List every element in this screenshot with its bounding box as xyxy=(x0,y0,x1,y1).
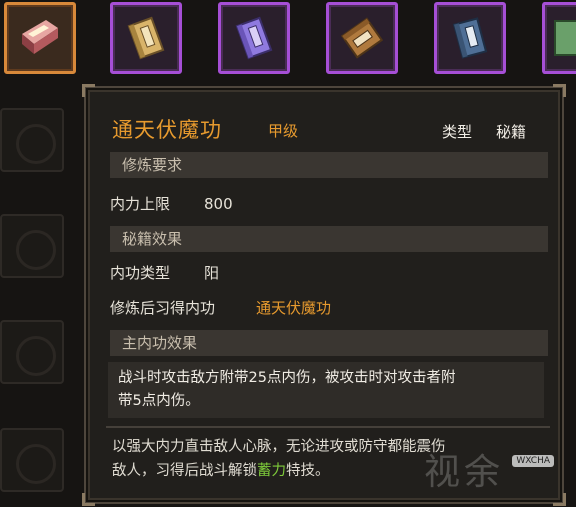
requirement-header-label: 修炼要求 xyxy=(122,156,183,174)
effect-header-label: 秘籍效果 xyxy=(122,230,183,248)
requirement-value: 800 xyxy=(204,195,233,213)
book-yellow-icon xyxy=(127,16,165,60)
item-grade: 甲级 xyxy=(268,122,299,140)
inventory-slot-1[interactable] xyxy=(4,2,76,74)
inner-type-label: 内功类型 xyxy=(110,264,171,282)
empty-slot-ring xyxy=(16,444,56,484)
main-effect-description: 战斗时攻击敌方附带25点内伤，被攻击时对攻击者附 带5点内伤。 xyxy=(108,362,544,418)
frame-corner xyxy=(82,493,95,506)
empty-slot-ring xyxy=(16,124,56,164)
item-title: 通天伏魔功 xyxy=(112,118,222,142)
empty-slot-2[interactable] xyxy=(0,214,64,278)
flavor-line-2: 敌人，习得后战斗解锁蓄力特技。 xyxy=(112,461,330,481)
item-tooltip: 通天伏魔功 甲级 类型 秘籍 修炼要求 内力上限 800 秘籍效果 内功类型 阳… xyxy=(82,84,566,506)
main-effect-line-1: 战斗时攻击敌方附带25点内伤，被攻击时对攻击者附 xyxy=(118,370,456,386)
book-green-icon xyxy=(553,20,576,56)
flavor-line-1: 以强大内力直击敌人心脉，无论进攻或防守都能震伤 xyxy=(112,439,446,455)
main-effect-header-label: 主内功效果 xyxy=(122,334,198,352)
learn-label: 修炼后习得内功 xyxy=(110,299,216,317)
inventory-slot-4[interactable] xyxy=(326,2,398,74)
effect-header: 秘籍效果 xyxy=(110,226,548,252)
section-divider xyxy=(106,426,550,428)
inventory-slot-5[interactable] xyxy=(434,2,506,74)
frame-corner xyxy=(553,493,566,506)
book-purple-icon xyxy=(235,16,273,60)
learn-value: 通天伏魔功 xyxy=(256,299,332,317)
empty-slot-1[interactable] xyxy=(0,108,64,172)
inventory-slot-6[interactable] xyxy=(542,2,576,74)
empty-slot-4[interactable] xyxy=(0,428,64,492)
flavor-line-2-text: 敌人，习得后战斗解锁 xyxy=(112,463,257,479)
inventory-slot-3[interactable] xyxy=(218,2,290,74)
inner-type-value: 阳 xyxy=(204,264,220,282)
book-brown-icon xyxy=(340,17,384,59)
empty-slot-ring xyxy=(16,336,56,376)
main-effect-header: 主内功效果 xyxy=(110,330,548,356)
book-blue-icon xyxy=(452,17,488,59)
item-type-label: 类型 xyxy=(442,123,473,141)
empty-slot-ring xyxy=(16,230,56,270)
main-effect-line-2: 带5点内伤。 xyxy=(118,393,200,409)
requirement-header: 修炼要求 xyxy=(110,152,548,178)
skill-highlight: 蓄力 xyxy=(257,463,286,479)
inventory-slot-2[interactable] xyxy=(110,2,182,74)
item-type-value: 秘籍 xyxy=(496,123,527,141)
requirement-label: 内力上限 xyxy=(110,195,171,213)
book-red-icon xyxy=(22,20,58,54)
flavor-line-2-suffix: 特技。 xyxy=(286,463,330,479)
frame-corner xyxy=(82,84,95,97)
frame-corner xyxy=(553,84,566,97)
empty-slot-3[interactable] xyxy=(0,320,64,384)
